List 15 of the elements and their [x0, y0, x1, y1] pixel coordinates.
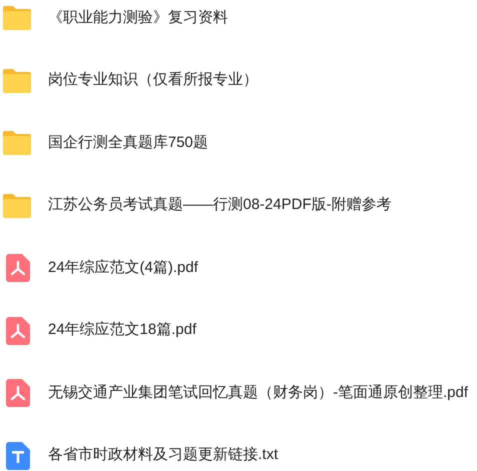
file-name[interactable]: 24年综应范文18篇.pdf: [48, 319, 196, 342]
file-name[interactable]: 《职业能力测验》复习资料: [48, 6, 228, 30]
folder-icon: [2, 192, 32, 218]
file-name[interactable]: 各省市时政材料及习题更新链接.txt: [48, 444, 278, 467]
pdf-file-icon: [6, 379, 30, 407]
folder-icon: [2, 68, 32, 94]
file-name[interactable]: 岗位专业知识（仅看所报专业）: [48, 69, 258, 92]
file-name[interactable]: 无锡交通产业集团笔试回忆真题（财务岗）-笔面通原创整理.pdf: [48, 382, 468, 404]
pdf-file-icon: [6, 316, 30, 344]
pdf-file-icon: [6, 254, 30, 282]
file-name[interactable]: 江苏公务员考试真题——行测08-24PDF版-附赠参考: [48, 194, 392, 217]
file-name[interactable]: 24年综应范文(4篇).pdf: [48, 256, 198, 280]
file-name[interactable]: 国企行测全真题库750题: [48, 132, 208, 154]
folder-icon: [2, 5, 32, 31]
folder-icon: [2, 130, 32, 156]
